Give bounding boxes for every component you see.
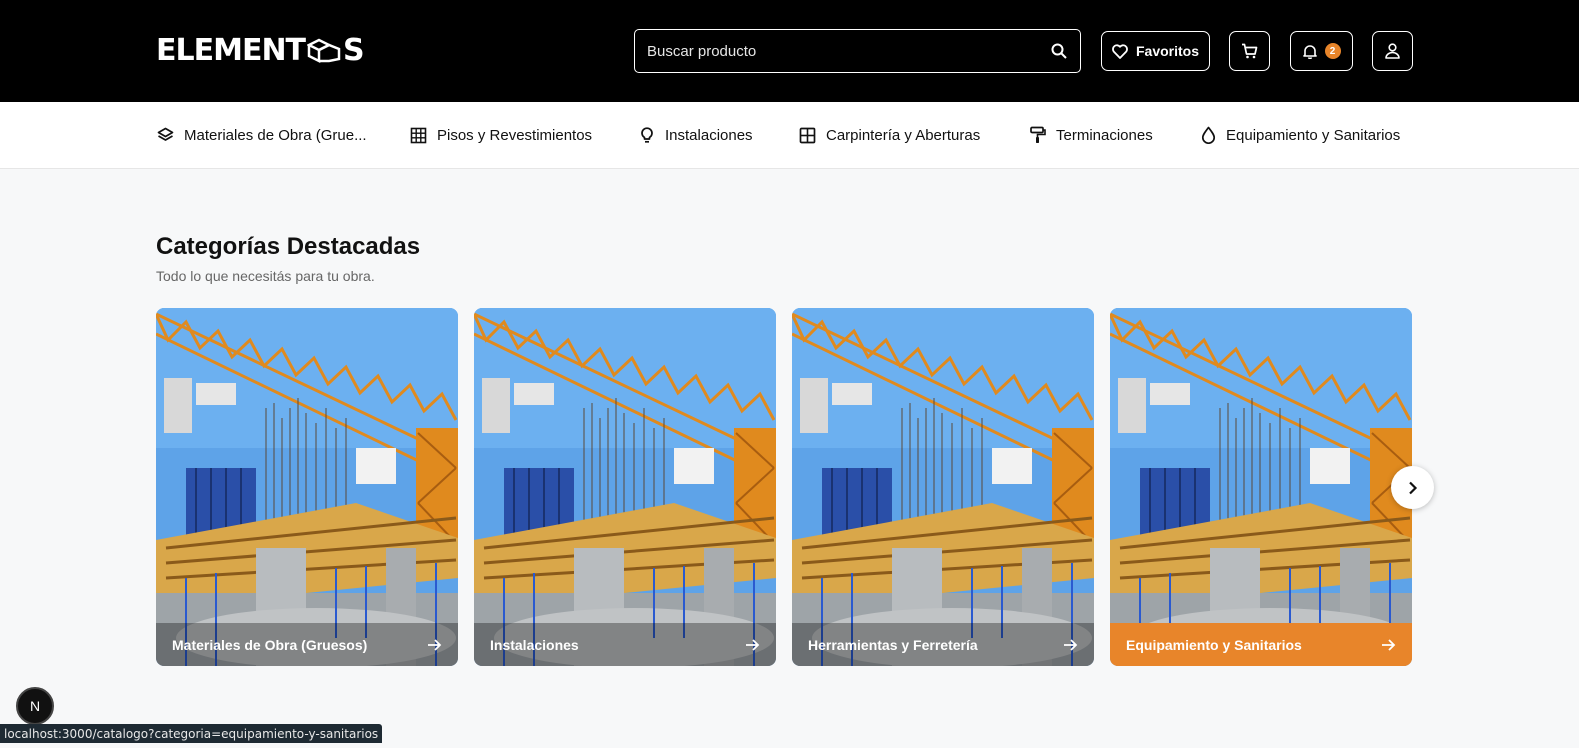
browser-status-url: localhost:3000/catalogo?categoria=equipa…: [0, 724, 383, 743]
category-card-equipamiento-y-sanitarios[interactable]: Equipamiento y Sanitarios: [1110, 308, 1412, 666]
category-card-image: [792, 308, 1094, 666]
top-header: ELEMENT S Favoritos 2: [0, 0, 1579, 102]
chevron-right-icon: [1408, 481, 1417, 494]
category-card-footer: Herramientas y Ferretería: [792, 623, 1094, 666]
category-card-label: Herramientas y Ferretería: [808, 636, 978, 653]
nextjs-dev-badge[interactable]: N: [16, 687, 54, 725]
search-icon[interactable]: [1050, 42, 1068, 60]
cart-button[interactable]: [1229, 31, 1270, 71]
search-box[interactable]: [634, 29, 1081, 73]
category-card-image: [474, 308, 776, 666]
window-icon: [799, 127, 816, 143]
category-card-footer: Equipamiento y Sanitarios: [1110, 623, 1412, 666]
category-card-label: Instalaciones: [490, 636, 579, 653]
search-input[interactable]: [647, 42, 1050, 60]
category-card-label: Materiales de Obra (Gruesos): [172, 636, 368, 653]
bell-icon: [1302, 44, 1317, 59]
favorites-label: Favoritos: [1135, 43, 1199, 59]
nav-item-carpinteria-y-aberturas[interactable]: Carpintería y Aberturas: [799, 102, 980, 168]
category-card-instalaciones[interactable]: Instalaciones: [474, 308, 776, 666]
layers-icon: [157, 127, 174, 141]
cart-icon: [1242, 43, 1258, 59]
nav-item-terminaciones[interactable]: Terminaciones: [1030, 102, 1153, 168]
logo-text-right: S: [343, 32, 365, 68]
category-card-footer: Materiales de Obra (Gruesos): [156, 623, 458, 666]
nav-item-label: Terminaciones: [1056, 126, 1153, 144]
arrow-right-icon: [746, 638, 760, 651]
category-card-image: [156, 308, 458, 666]
notifications-button[interactable]: 2: [1290, 31, 1353, 71]
nav-item-materiales-de-obra[interactable]: Materiales de Obra (Grue...: [157, 102, 367, 168]
category-card-image: [1110, 308, 1412, 666]
notification-count-badge: 2: [1324, 43, 1341, 59]
section-title: Categorías Destacadas: [156, 233, 421, 260]
arrow-right-icon: [428, 638, 442, 651]
logo-text-left: ELEMENT: [156, 32, 306, 68]
nav-item-label: Carpintería y Aberturas: [826, 126, 981, 144]
nav-item-pisos-y-revestimientos[interactable]: Pisos y Revestimientos: [410, 102, 592, 168]
section-subtitle: Todo lo que necesitás para tu obra.: [156, 268, 375, 284]
heart-icon: [1112, 43, 1128, 59]
droplet-icon: [1201, 126, 1216, 144]
lightbulb-icon: [641, 126, 653, 143]
account-button[interactable]: [1372, 31, 1413, 71]
paint-roller-icon: [1030, 126, 1046, 143]
nav-item-label: Equipamiento y Sanitarios: [1226, 126, 1401, 144]
user-icon: [1385, 43, 1400, 59]
nav-item-label: Pisos y Revestimientos: [437, 126, 593, 144]
arrow-right-icon: [1382, 638, 1396, 651]
grid-icon: [410, 127, 427, 143]
category-card-materiales-de-obra[interactable]: Materiales de Obra (Gruesos): [156, 308, 458, 666]
nav-item-label: Instalaciones: [665, 126, 753, 144]
arrow-right-icon: [1064, 638, 1078, 651]
category-card-label: Equipamiento y Sanitarios: [1126, 636, 1302, 653]
category-nav: Materiales de Obra (Grue... Pisos y Reve…: [0, 102, 1579, 169]
nav-item-equipamiento-y-sanitarios[interactable]: Equipamiento y Sanitarios: [1201, 102, 1400, 168]
category-card-footer: Instalaciones: [474, 623, 776, 666]
logo[interactable]: ELEMENT S: [156, 32, 365, 68]
logo-box-icon: [307, 38, 341, 63]
nav-item-label: Materiales de Obra (Grue...: [184, 126, 367, 144]
carousel-next-button[interactable]: [1391, 466, 1434, 509]
nav-item-instalaciones[interactable]: Instalaciones: [639, 102, 753, 168]
category-card-herramientas-y-ferreteria[interactable]: Herramientas y Ferretería: [792, 308, 1094, 666]
favorites-button[interactable]: Favoritos: [1101, 31, 1210, 71]
